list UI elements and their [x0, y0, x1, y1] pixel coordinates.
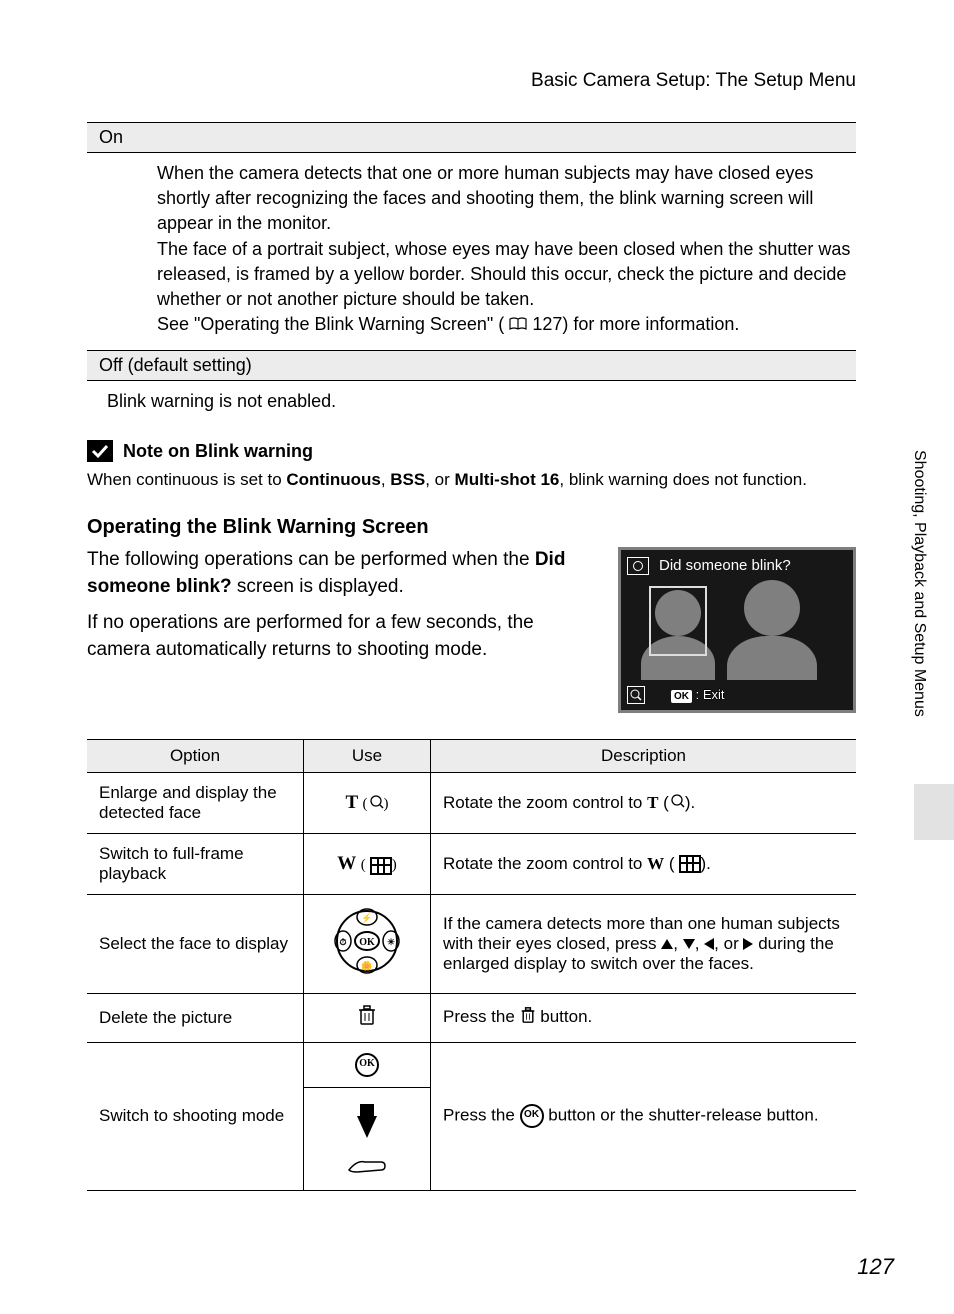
d4-post: button or the shutter-release button.	[544, 1106, 819, 1125]
note-b1: Continuous	[286, 470, 380, 489]
d4-pre: Press the	[443, 1106, 520, 1125]
multi-selector-icon: OK ⚡ 🌼 ⏱ ☀	[331, 905, 403, 983]
svg-text:⏱: ⏱	[339, 937, 346, 947]
setting-on-label: On	[87, 122, 856, 153]
on-body-line3-ref: 127	[532, 314, 562, 334]
d1-post: .	[706, 854, 711, 873]
side-tab-marker	[914, 784, 954, 840]
side-label: Shooting, Playback and Setup Menus	[910, 450, 928, 717]
use-3	[304, 993, 431, 1042]
section-heading: Operating the Blink Warning Screen	[87, 516, 856, 539]
setting-off-body: Blink warning is not enabled.	[87, 381, 856, 422]
yellow-frame	[649, 586, 707, 656]
side-tab: Shooting, Playback and Setup Menus	[898, 450, 954, 870]
trash-icon	[357, 1004, 377, 1032]
th-desc: Description	[431, 739, 857, 772]
arrow-down-stem	[360, 1104, 374, 1116]
svg-text:OK: OK	[359, 937, 375, 948]
svg-text:☀: ☀	[387, 937, 395, 947]
on-body-line2: The face of a portrait subject, whose ey…	[157, 239, 850, 309]
face-frame-icon	[627, 557, 649, 575]
opt-2: Select the face to display	[87, 894, 304, 993]
svg-text:⚡: ⚡	[361, 912, 372, 924]
magnifier-icon	[627, 686, 645, 704]
zoom-in-icon	[671, 793, 685, 813]
exit-label: : Exit	[696, 687, 725, 702]
thumb-grid-icon	[370, 857, 392, 875]
note-b2: BSS	[390, 470, 425, 489]
person-1	[641, 590, 715, 680]
d3-pre: Press the	[443, 1007, 520, 1026]
camera-preview: Did someone blink? OK	[618, 547, 856, 713]
note-title: Note on Blink warning	[123, 441, 313, 462]
on-body-line1: When the camera detects that one or more…	[157, 163, 813, 233]
d1-pre: Rotate the zoom control to	[443, 854, 647, 873]
op-p1-post: screen is displayed.	[232, 576, 404, 597]
use-1: W ()	[304, 833, 431, 894]
desc-2: If the camera detects more than one huma…	[431, 894, 857, 993]
setting-on: On When the camera detects that one or m…	[87, 122, 856, 346]
use-2: OK ⚡ 🌼 ⏱ ☀	[304, 894, 431, 993]
page-number: 127	[857, 1254, 894, 1280]
d3-post: button.	[536, 1007, 593, 1026]
person-2	[727, 580, 817, 680]
note-block: Note on Blink warning When continuous is…	[87, 440, 856, 492]
d0-post: .	[691, 793, 696, 812]
opt-3: Delete the picture	[87, 993, 304, 1042]
check-icon	[87, 440, 113, 462]
arrow-down-icon	[683, 939, 695, 949]
table-row: Delete the picture Press the button.	[87, 993, 856, 1042]
book-icon	[509, 313, 527, 338]
desc-4: Press the OK button or the shutter-relea…	[431, 1042, 857, 1190]
note-pre: When continuous is set to	[87, 470, 286, 489]
d0-pre: Rotate the zoom control to	[443, 793, 647, 812]
setting-off: Off (default setting) Blink warning is n…	[87, 350, 856, 422]
setting-on-body: When the camera detects that one or more…	[87, 153, 856, 346]
setting-off-label: Off (default setting)	[87, 350, 856, 381]
op-p2: If no operations are performed for a few…	[87, 610, 598, 663]
d1-sym: W	[647, 854, 664, 873]
on-body-line3-pre: See "Operating the Blink Warning Screen"…	[157, 314, 504, 334]
desc-0: Rotate the zoom control to T ().	[431, 772, 857, 833]
camera-title: Did someone blink?	[659, 557, 791, 574]
note-s2: , or	[425, 470, 454, 489]
note-b3: Multi-shot 16	[455, 470, 560, 489]
ok-badge: OK	[671, 690, 692, 703]
note-post: , blink warning does not function.	[559, 470, 807, 489]
desc-3: Press the button.	[431, 993, 857, 1042]
opt-1: Switch to full-frame playback	[87, 833, 304, 894]
operations-table: Option Use Description Enlarge and displ…	[87, 739, 856, 1191]
th-option: Option	[87, 739, 304, 772]
opt-4: Switch to shooting mode	[87, 1042, 304, 1190]
th-use: Use	[304, 739, 431, 772]
note-s1: ,	[381, 470, 390, 489]
table-row: Select the face to display OK ⚡ 🌼	[87, 894, 856, 993]
trash-icon	[520, 1006, 536, 1029]
use-4: OK	[304, 1042, 431, 1190]
op-p1-pre: The following operations can be performe…	[87, 549, 535, 570]
chapter-header: Basic Camera Setup: The Setup Menu	[0, 0, 954, 122]
arrow-down-icon	[357, 1116, 377, 1138]
note-text: When continuous is set to Continuous, BS…	[87, 468, 856, 492]
table-row: Switch to shooting mode OK	[87, 1042, 856, 1190]
on-body-line3-post: ) for more information.	[562, 314, 739, 334]
use-0-main: T	[345, 792, 357, 813]
arrow-right-icon	[743, 938, 753, 950]
shutter-hand-icon	[304, 1152, 430, 1182]
arrow-up-icon	[661, 939, 673, 949]
use-1-main: W	[337, 853, 356, 874]
desc-1: Rotate the zoom control to W ().	[431, 833, 857, 894]
d0-sym: T	[647, 793, 658, 812]
ok-circle-icon: OK	[355, 1053, 379, 1077]
table-row: Switch to full-frame playback W () Rotat…	[87, 833, 856, 894]
thumb-grid-icon	[679, 855, 701, 873]
use-0: T ()	[304, 772, 431, 833]
svg-text:🌼: 🌼	[361, 960, 372, 971]
operating-text: The following operations can be performe…	[87, 547, 598, 673]
ok-circle-icon: OK	[520, 1104, 544, 1128]
zoom-in-icon	[370, 795, 384, 814]
table-row: Enlarge and display the detected face T …	[87, 772, 856, 833]
arrow-left-icon	[704, 938, 714, 950]
opt-0: Enlarge and display the detected face	[87, 772, 304, 833]
